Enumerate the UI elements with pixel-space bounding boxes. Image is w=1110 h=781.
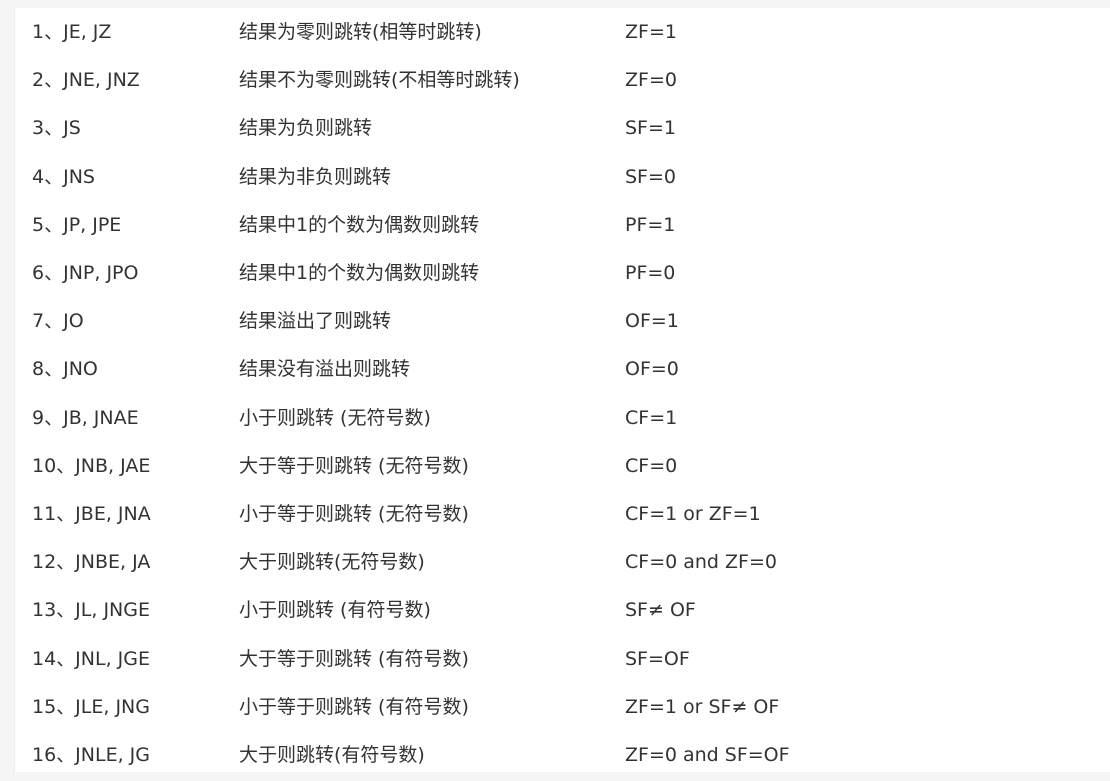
flag-condition: CF=1 or ZF=1 [625,503,761,525]
flag-condition: ZF=1 [625,21,677,43]
list-item: 3、JS 结果为负则跳转 SF=1 [15,104,1110,152]
flag-condition: ZF=1 or SF≠ OF [625,695,780,718]
list-item: 10、JNB, JAE 大于等于则跳转 (无符号数) CF=0 [15,442,1110,490]
jump-condition-description: 小于等于则跳转 (有符号数) [239,695,469,718]
instruction-mnemonic: 2、JNE, JNZ [32,69,140,92]
jump-condition-description: 结果为负则跳转 [239,117,373,140]
instruction-mnemonic: 7、JO [32,310,84,333]
jump-condition-description: 结果中1的个数为偶数则跳转 [239,213,480,236]
list-item: 13、JL, JNGE 小于则跳转 (有符号数) SF≠ OF [15,586,1110,634]
jump-condition-description: 大于等于则跳转 (无符号数) [239,454,469,477]
jump-condition-description: 大于等于则跳转 (有符号数) [239,647,469,670]
list-item: 2、JNE, JNZ 结果不为零则跳转(不相等时跳转) ZF=0 [15,56,1110,104]
instruction-mnemonic: 9、JB, JNAE [32,406,139,429]
flag-condition: SF≠ OF [625,599,696,622]
flag-condition: ZF=0 and SF=OF [625,744,790,766]
instruction-mnemonic: 13、JL, JNGE [32,599,150,622]
instruction-mnemonic: 3、JS [32,117,81,140]
instruction-mnemonic: 4、JNS [32,165,95,188]
list-item: 11、JBE, JNA 小于等于则跳转 (无符号数) CF=1 or ZF=1 [15,490,1110,538]
instruction-mnemonic: 5、JP, JPE [32,213,122,236]
instruction-mnemonic: 10、JNB, JAE [32,454,151,477]
flag-condition: CF=1 [625,406,678,429]
instruction-mnemonic: 8、JNO [32,358,98,381]
flag-condition: OF=0 [625,358,679,381]
instruction-mnemonic: 11、JBE, JNA [32,503,151,525]
jump-condition-description: 大于则跳转(有符号数) [239,744,425,766]
flag-condition: SF=1 [625,117,676,140]
list-item: 15、JLE, JNG 小于等于则跳转 (有符号数) ZF=1 or SF≠ OF [15,683,1110,731]
jump-condition-description: 结果不为零则跳转(不相等时跳转) [239,69,520,92]
list-item: 16、JNLE, JG 大于则跳转(有符号数) ZF=0 and SF=OF [15,731,1110,779]
jump-condition-description: 结果为零则跳转(相等时跳转) [239,21,482,43]
list-item: 8、JNO 结果没有溢出则跳转 OF=0 [15,345,1110,393]
list-item: 7、JO 结果溢出了则跳转 OF=1 [15,297,1110,345]
jump-condition-description: 结果没有溢出则跳转 [239,358,411,381]
jump-condition-description: 大于则跳转(无符号数) [239,551,425,574]
jump-condition-description: 结果中1的个数为偶数则跳转 [239,262,480,284]
list-item: 9、JB, JNAE 小于则跳转 (无符号数) CF=1 [15,394,1110,442]
jump-condition-description: 小于等于则跳转 (无符号数) [239,503,469,525]
instruction-mnemonic: 14、JNL, JGE [32,647,150,670]
instruction-mnemonic: 6、JNP, JPO [32,262,139,284]
flag-condition: ZF=0 [625,69,677,92]
list-item: 1、JE, JZ 结果为零则跳转(相等时跳转) ZF=1 [15,8,1110,56]
jump-condition-description: 结果为非负则跳转 [239,165,392,188]
list-item: 5、JP, JPE 结果中1的个数为偶数则跳转 PF=1 [15,201,1110,249]
jump-condition-description: 小于则跳转 (有符号数) [239,599,431,622]
flag-condition: SF=OF [625,647,690,670]
flag-condition: OF=1 [625,310,679,333]
list-item: 14、JNL, JGE 大于等于则跳转 (有符号数) SF=OF [15,635,1110,683]
list-item: 4、JNS 结果为非负则跳转 SF=0 [15,153,1110,201]
jump-condition-description: 结果溢出了则跳转 [239,310,392,333]
flag-condition: CF=0 and ZF=0 [625,551,777,574]
flag-condition: PF=1 [625,213,676,236]
jump-instruction-list: 1、JE, JZ 结果为零则跳转(相等时跳转) ZF=1 2、JNE, JNZ 结果不为… [14,8,1110,772]
instruction-mnemonic: 15、JLE, JNG [32,695,150,718]
list-item: 6、JNP, JPO 结果中1的个数为偶数则跳转 PF=0 [15,249,1110,297]
flag-condition: PF=0 [625,262,676,284]
instruction-mnemonic: 12、JNBE, JA [32,551,151,574]
jump-condition-description: 小于则跳转 (无符号数) [239,406,431,429]
instruction-mnemonic: 16、JNLE, JG [32,744,150,766]
flag-condition: SF=0 [625,165,676,188]
flag-condition: CF=0 [625,454,678,477]
list-item: 12、JNBE, JA 大于则跳转(无符号数) CF=0 and ZF=0 [15,538,1110,586]
instruction-mnemonic: 1、JE, JZ [32,21,112,43]
